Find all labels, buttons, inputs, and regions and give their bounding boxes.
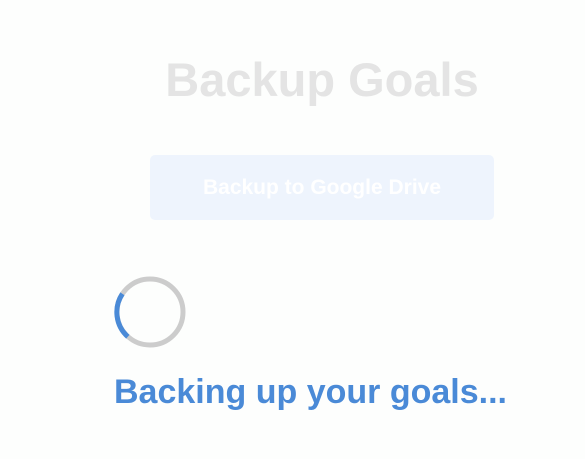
loading-spinner-icon (114, 276, 186, 348)
spinner-arc (114, 292, 130, 339)
page-title: Backup Goals (165, 53, 479, 106)
backup-to-google-drive-button[interactable]: Backup to Google Drive (150, 155, 494, 220)
backup-status-text: Backing up your goals... (114, 373, 507, 411)
